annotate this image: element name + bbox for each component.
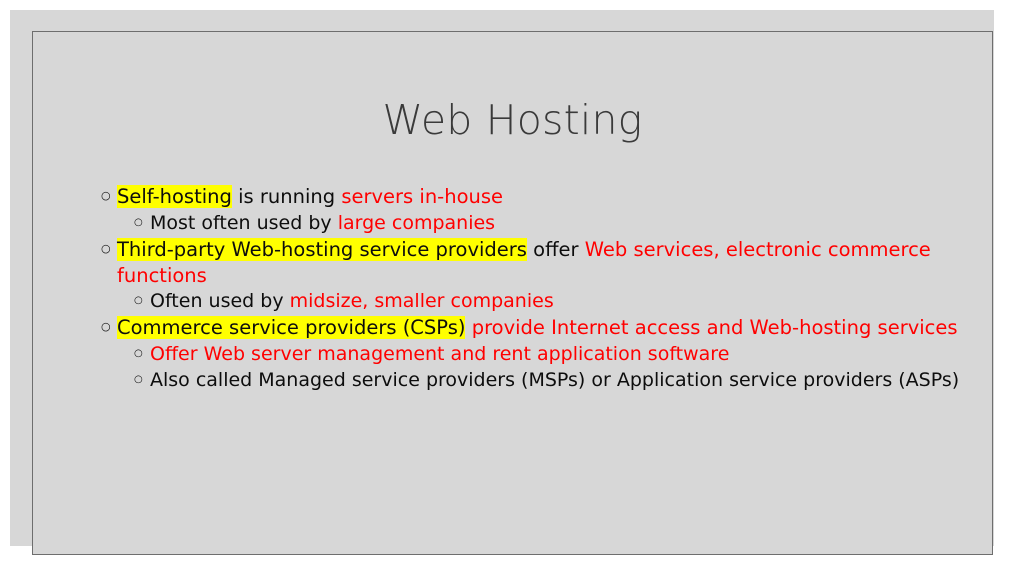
- bullet-text: Self-hosting is running servers in-house: [117, 184, 961, 210]
- text-run-accent: servers in-house: [341, 185, 504, 208]
- text-run-accent: provide Internet access and Web-hosting …: [471, 316, 958, 340]
- bullet-item: ○ Offer Web server management and rent ap…: [101, 342, 961, 367]
- bullet-item: ○ Often used by midsize, smaller companie…: [101, 289, 961, 314]
- bullet-item: ○ Third-party Web-hosting service provide…: [101, 237, 961, 288]
- text-run-plain: offer: [526, 237, 585, 261]
- bullet-marker-icon: ○: [134, 216, 143, 228]
- bullet-item: ○ Commerce service providers (CSPs) provi…: [101, 315, 961, 341]
- bullet-marker-icon: ○: [134, 348, 143, 360]
- bullet-marker-icon: ○: [101, 320, 111, 334]
- bullet-item: ○ Most often used by large companies: [101, 211, 961, 236]
- bullet-item: ○ Also called Managed service providers (…: [101, 368, 961, 393]
- text-run-accent: Offer Web server management and rent app…: [150, 343, 730, 366]
- text-run-highlight: Third-party Web-hosting service provider…: [117, 237, 527, 261]
- bullet-item: ○ Self-hosting is running servers in-hous…: [101, 184, 961, 210]
- bullet-text: Often used by midsize, smaller companies: [150, 289, 961, 314]
- bullet-text: Offer Web server management and rent app…: [150, 342, 961, 367]
- bullet-marker-icon: ○: [101, 241, 111, 255]
- text-run-accent: large companies: [337, 211, 496, 234]
- bullet-marker-icon: ○: [134, 295, 143, 307]
- text-run-accent: midsize, smaller companies: [289, 290, 554, 313]
- bullet-text: Commerce service providers (CSPs) provid…: [117, 315, 961, 341]
- text-run-highlight: Self-hosting: [117, 185, 232, 208]
- text-run-plain: is running: [231, 185, 342, 208]
- bullet-text: Also called Managed service providers (M…: [150, 368, 961, 393]
- slide-canvas: Web Hosting ○ Self-hosting is running ser…: [10, 10, 994, 555]
- page-title: Web Hosting: [382, 96, 643, 144]
- slide-body: ○ Self-hosting is running servers in-hous…: [101, 184, 961, 394]
- text-run-plain: Most often used by: [150, 211, 338, 234]
- text-run-plain: Often used by: [150, 290, 290, 313]
- slide-frame: Web Hosting ○ Self-hosting is running ser…: [32, 31, 993, 555]
- bullet-marker-icon: ○: [101, 189, 111, 202]
- text-run-highlight: Commerce service providers (CSPs): [117, 316, 466, 340]
- bullet-marker-icon: ○: [134, 374, 143, 386]
- text-run-plain: Also called Managed service providers (M…: [150, 369, 960, 392]
- bullet-text: Third-party Web-hosting service provider…: [117, 237, 961, 288]
- bullet-text: Most often used by large companies: [150, 211, 961, 236]
